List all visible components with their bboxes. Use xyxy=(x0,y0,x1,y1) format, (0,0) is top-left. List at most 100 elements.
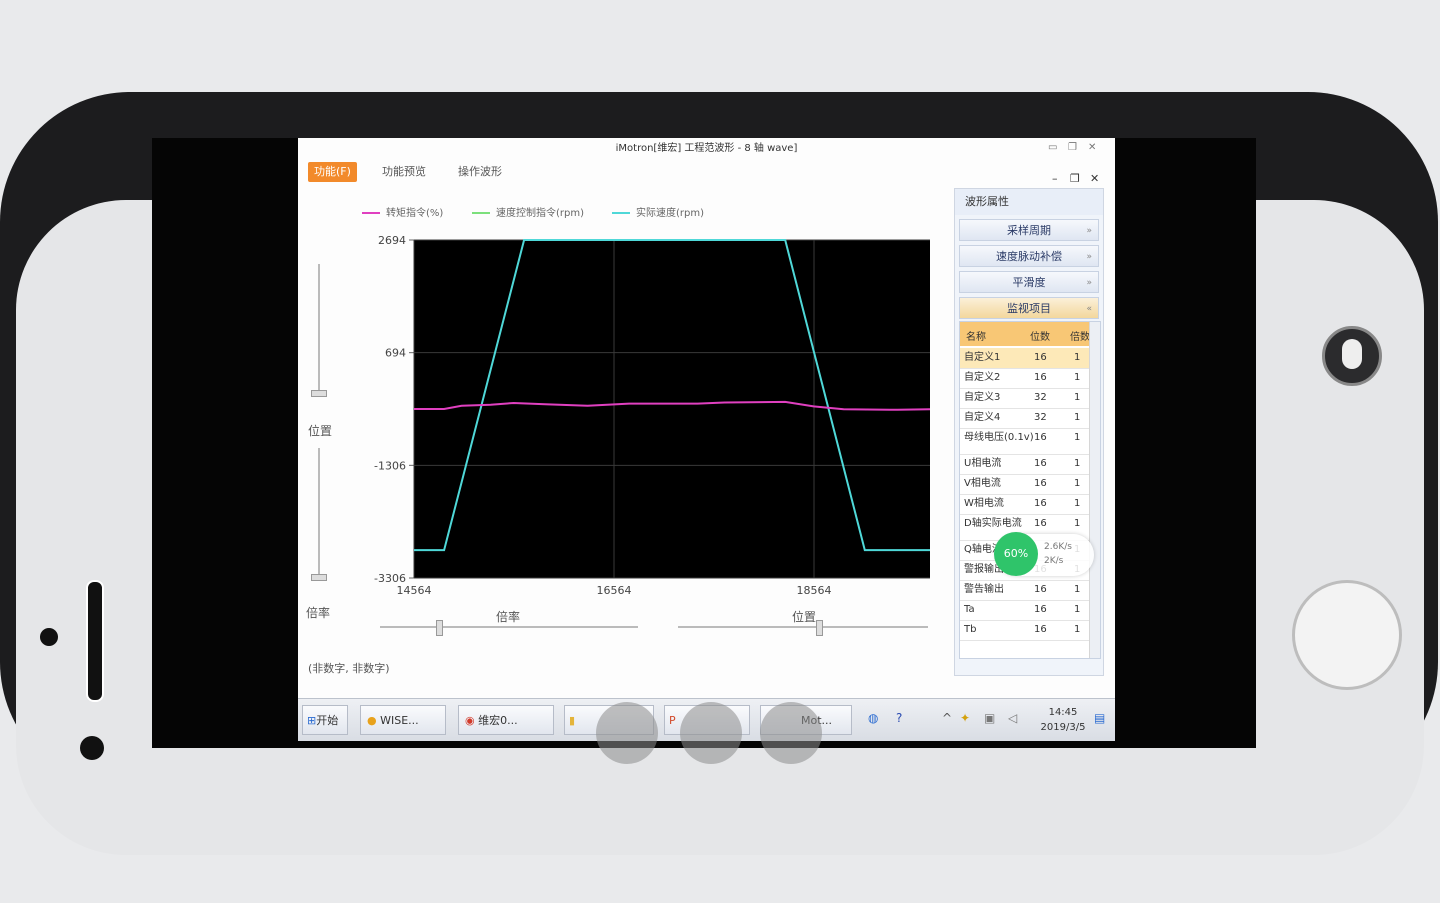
clock-date: 2019/3/5 xyxy=(1040,722,1086,733)
section-smoothness[interactable]: 平滑度» xyxy=(959,271,1099,293)
download-speed: 2K/s xyxy=(1044,556,1064,566)
legend-torque: 转矩指令(%) xyxy=(362,204,443,219)
panel-title: 波形属性 xyxy=(955,189,1103,215)
chevron-down-icon: » xyxy=(1086,278,1092,288)
cell-bits: 16 xyxy=(1034,478,1047,489)
chevron-down-icon: » xyxy=(1086,252,1092,262)
cell-bits: 16 xyxy=(1034,352,1047,363)
cell-bits: 32 xyxy=(1034,392,1047,403)
windows-icon: ⊞ xyxy=(307,714,317,727)
position-slider-track[interactable] xyxy=(318,264,320,394)
tab-function[interactable]: 功能(F) xyxy=(308,162,357,182)
table-row[interactable]: 自定义1 16 1 xyxy=(960,348,1100,369)
title-minimize-icon[interactable]: ▭ xyxy=(1048,142,1057,153)
taskbar-item-weihong[interactable]: ◉ 维宏0... xyxy=(458,705,554,735)
start-button[interactable]: ⊞开始 xyxy=(302,705,348,735)
section-ripple-compensation[interactable]: 速度脉动补偿» xyxy=(959,245,1099,267)
section-monitor-items[interactable]: 监视项目 « xyxy=(959,297,1099,319)
tab-operation-wave[interactable]: 操作波形 xyxy=(452,162,508,182)
section-sample-period[interactable]: 采样周期» xyxy=(959,219,1099,241)
waveform-chart[interactable]: 2694694-1306-330614564 16564 18564 xyxy=(358,234,938,604)
browser-icon: ◉ xyxy=(465,714,475,727)
tray-clock[interactable]: 14:45 2019/3/5 xyxy=(1036,705,1090,735)
position-slider-thumb[interactable] xyxy=(311,390,327,397)
cell-bits: 16 xyxy=(1034,458,1047,469)
cell-bits: 16 xyxy=(1034,372,1047,383)
table-row[interactable]: U相电流 16 1 xyxy=(960,454,1100,475)
network-globe-icon[interactable]: ◍ xyxy=(868,711,878,725)
window-title: iMotron[维宏] 工程范波形 - 8 轴 wave] xyxy=(615,143,798,154)
tab-function-preview[interactable]: 功能预览 xyxy=(376,162,432,182)
y-tick-label: 2694 xyxy=(378,234,406,247)
legend-actual-speed: 实际速度(rpm) xyxy=(612,204,704,219)
menu-overlay-button[interactable] xyxy=(760,702,822,764)
table-row[interactable]: 自定义4 32 1 xyxy=(960,408,1100,429)
close-icon[interactable]: ✕ xyxy=(1090,172,1099,185)
table-row[interactable]: 警告输出 16 1 xyxy=(960,580,1100,601)
x-tick-label: 14564 xyxy=(397,584,432,597)
x-tick-label: 18564 xyxy=(797,584,832,597)
x-tick-label: 16564 xyxy=(597,584,632,597)
y-tick-label: -1306 xyxy=(374,459,406,472)
y-tick-label: 694 xyxy=(385,347,406,360)
cell-bits: 16 xyxy=(1034,498,1047,509)
h-position-slider-thumb[interactable] xyxy=(816,620,823,636)
clock-time: 14:45 xyxy=(1048,707,1078,718)
col-mult: 倍数 xyxy=(1070,332,1090,343)
col-name: 名称 xyxy=(966,332,986,343)
h-position-slider-track[interactable] xyxy=(678,626,928,628)
rate-label: 倍率 xyxy=(306,606,331,620)
sensor-dot xyxy=(40,628,58,646)
wave-properties-panel: 波形属性 采样周期» 速度脉动补偿» 平滑度» 监视项目 « 名称 位数 倍数 自… xyxy=(954,188,1104,676)
cell-bits: 32 xyxy=(1034,412,1047,423)
table-row[interactable]: W相电流 16 1 xyxy=(960,494,1100,515)
chevron-up-icon: « xyxy=(1086,304,1092,314)
volume-icon[interactable]: ◁ xyxy=(1008,711,1017,725)
cell-bits: 16 xyxy=(1034,604,1047,615)
tray-app-icon[interactable]: ✦ xyxy=(960,711,970,725)
mouse-mode-icon[interactable] xyxy=(1322,326,1382,386)
tray-expand-icon[interactable]: ^ xyxy=(942,711,952,725)
rate-slider-thumb[interactable] xyxy=(311,574,327,581)
table-row[interactable]: V相电流 16 1 xyxy=(960,474,1100,495)
minimize-icon[interactable]: – xyxy=(1052,172,1058,185)
chevron-down-icon: » xyxy=(1086,226,1092,236)
cursor-overlay-button[interactable] xyxy=(596,702,658,764)
upload-speed: 2.6K/s xyxy=(1044,542,1072,552)
cursor-status: (非数字, 非数字) xyxy=(308,662,390,675)
table-row[interactable]: Tb 16 1 xyxy=(960,620,1100,641)
table-row[interactable]: 母线电压(0.1v) 16 1 xyxy=(960,428,1100,455)
monitor-table: 名称 位数 倍数 自定义1 16 1 自定义2 16 1 自定义3 32 1 自定义4 32 1 母线电… xyxy=(959,321,1101,659)
position-label: 位置 xyxy=(308,424,333,438)
cell-bits: 16 xyxy=(1034,432,1047,443)
app-icon: ● xyxy=(367,714,377,727)
h-rate-slider-track[interactable] xyxy=(380,626,638,628)
h-rate-slider-thumb[interactable] xyxy=(436,620,443,636)
network-speed-bubble[interactable]: 60% 2.6K/s 2K/s xyxy=(994,532,1094,576)
table-row[interactable]: 自定义2 16 1 xyxy=(960,368,1100,389)
rate-slider-track[interactable] xyxy=(318,448,320,578)
help-icon[interactable]: ? xyxy=(896,711,902,725)
title-restore-icon[interactable]: ❐ xyxy=(1068,142,1077,153)
cell-bits: 16 xyxy=(1034,624,1047,635)
remote-desktop-window: iMotron[维宏] 工程范波形 - 8 轴 wave] ▭ ❐ ✕ 功能(F… xyxy=(298,138,1115,741)
title-close-icon[interactable]: ✕ xyxy=(1088,142,1096,153)
h-rate-label: 倍率 xyxy=(496,610,521,624)
table-row[interactable]: Ta 16 1 xyxy=(960,600,1100,621)
memory-percent: 60% xyxy=(994,532,1038,576)
tray-network-icon[interactable]: ▣ xyxy=(984,711,995,725)
keyboard-overlay-button[interactable] xyxy=(680,702,742,764)
restore-icon[interactable]: ❐ xyxy=(1070,172,1080,185)
legend-speed-command: 速度控制指令(rpm) xyxy=(472,204,584,219)
home-button[interactable] xyxy=(1292,580,1402,690)
table-scrollbar[interactable] xyxy=(1089,322,1100,658)
cell-bits: 16 xyxy=(1034,584,1047,595)
col-bits: 位数 xyxy=(1030,332,1050,343)
taskbar-item-wise[interactable]: ● WISE... xyxy=(360,705,446,735)
show-desktop-icon[interactable]: ▤ xyxy=(1094,711,1105,725)
folder-icon: ▮ xyxy=(569,714,576,727)
front-camera xyxy=(80,736,104,760)
earpiece-speaker xyxy=(86,580,104,702)
table-row[interactable]: 自定义3 32 1 xyxy=(960,388,1100,409)
cell-bits: 16 xyxy=(1034,518,1047,529)
